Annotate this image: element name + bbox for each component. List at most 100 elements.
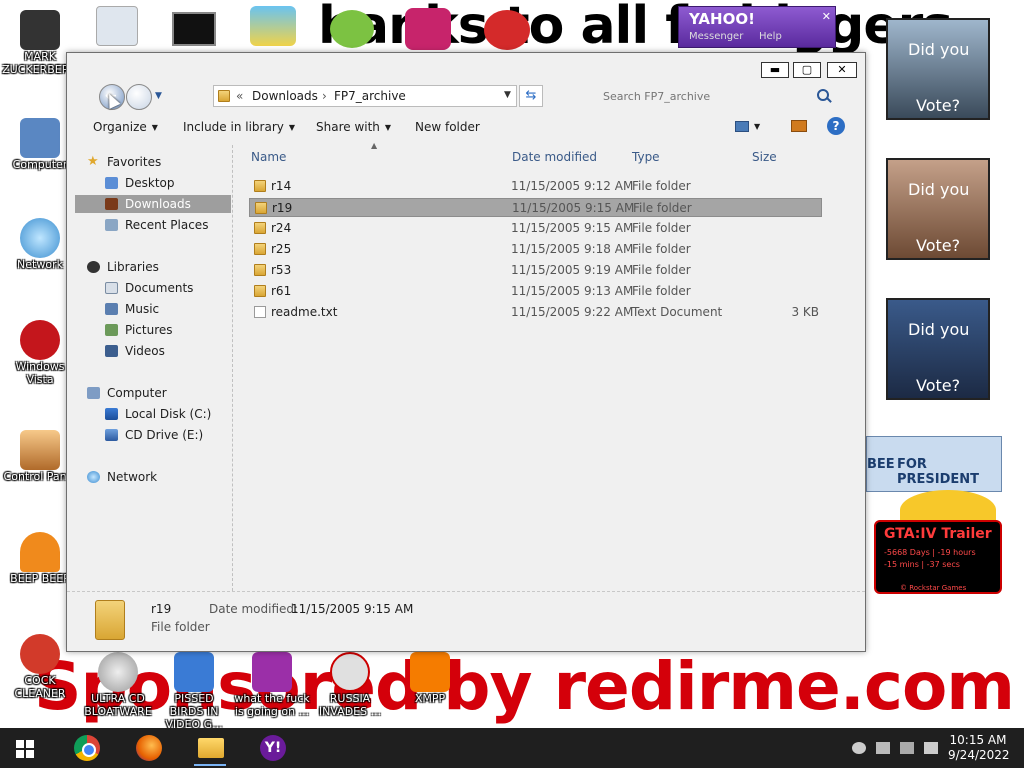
- tray-network-icon[interactable]: [900, 742, 914, 754]
- nav-desktop[interactable]: Desktop: [75, 174, 231, 192]
- desktop-icon-label: COCK CLEANER: [14, 674, 66, 700]
- taskbar-file-explorer[interactable]: [186, 732, 234, 766]
- tray-volume-icon[interactable]: [924, 742, 938, 754]
- file-row[interactable]: r24 11/15/2005 9:15 AM File folder: [249, 219, 822, 238]
- nav-label: Music: [125, 302, 160, 316]
- nav-network[interactable]: Network: [75, 468, 231, 486]
- nav-libraries[interactable]: Libraries: [75, 258, 231, 276]
- tray-minus-icon[interactable]: [852, 742, 866, 754]
- file-name: r14: [271, 179, 292, 193]
- details-date: 11/15/2005 9:15 AM: [291, 602, 414, 616]
- file-row[interactable]: r25 11/15/2005 9:18 AM File folder: [249, 240, 822, 259]
- file-row[interactable]: readme.txt 11/15/2005 9:22 AM Text Docum…: [249, 303, 822, 322]
- bee-for-president-banner[interactable]: BEE FOR PRESIDENT: [866, 436, 1002, 492]
- folder-icon: [254, 180, 266, 192]
- chevron-down-icon: ▼: [384, 123, 392, 132]
- address-bar[interactable]: « Downloads › FP7_archive ▼: [213, 85, 517, 107]
- installer-icon[interactable]: [250, 6, 296, 46]
- dev-cpp-icon[interactable]: [484, 10, 530, 50]
- folder-icon: [254, 222, 266, 234]
- breadcrumb-downloads[interactable]: Downloads: [252, 89, 318, 103]
- music-icon: [105, 303, 118, 315]
- nav-favorites[interactable]: ★ Favorites: [75, 153, 231, 171]
- refresh-button[interactable]: ⇆: [519, 85, 543, 107]
- yahoo-menu-messenger[interactable]: Messenger: [689, 31, 743, 42]
- forward-button[interactable]: [126, 84, 152, 110]
- tray-flag-icon[interactable]: [876, 742, 890, 754]
- vote-card-line2: Vote?: [916, 376, 961, 395]
- vote-card-obama[interactable]: Did you Vote?: [886, 18, 990, 120]
- bird-icon: [174, 652, 214, 692]
- file-row[interactable]: r53 11/15/2005 9:19 AM File folder: [249, 261, 822, 280]
- preview-pane-icon[interactable]: [791, 120, 807, 132]
- desktop-icon-what-the[interactable]: what the fuck is going on ...: [234, 652, 310, 718]
- breadcrumb-overflow[interactable]: «: [236, 89, 243, 103]
- nav-local-disk[interactable]: Local Disk (C:): [75, 405, 231, 423]
- share-with-button[interactable]: Share with ▼: [316, 120, 391, 134]
- nav-documents[interactable]: Documents: [75, 279, 231, 297]
- file-name: r25: [271, 242, 292, 256]
- nav-videos[interactable]: Videos: [75, 342, 231, 360]
- yahoo-menu-help[interactable]: Help: [759, 31, 782, 42]
- clock-date: 9/24/2022: [948, 748, 1010, 762]
- help-icon[interactable]: ?: [827, 117, 845, 135]
- angry-pig-icon[interactable]: [330, 10, 374, 48]
- desktop-icon-ultra-cd[interactable]: ULTRA CD BLOATWARE: [80, 652, 156, 718]
- column-header-type[interactable]: Type: [632, 150, 660, 164]
- address-chevron-down-icon[interactable]: ▼: [504, 90, 511, 100]
- paper-icon[interactable]: [96, 6, 138, 46]
- nav-music[interactable]: Music: [75, 300, 231, 318]
- file-date: 11/15/2005 9:19 AM: [511, 263, 634, 277]
- desktop-icon-label: PISSED BIRDS IN VIDEO G...: [165, 692, 223, 728]
- breadcrumb-fp7-archive[interactable]: FP7_archive: [334, 89, 406, 103]
- game-icon: [252, 652, 292, 692]
- include-in-library-button[interactable]: Include in library ▼: [183, 120, 295, 134]
- search-input[interactable]: [595, 85, 805, 107]
- file-row-selected[interactable]: r19 11/15/2005 9:15 AM File folder: [249, 198, 822, 217]
- recent-pages-chevron-down-icon[interactable]: ▼: [155, 91, 162, 101]
- recent-places-icon: [105, 219, 118, 231]
- cmd-icon[interactable]: [172, 12, 216, 46]
- organize-button[interactable]: Organize ▼: [93, 120, 158, 134]
- windows-start-icon[interactable]: [16, 740, 34, 758]
- vote-card-mccain[interactable]: Did you Vote?: [886, 158, 990, 260]
- taskbar-chrome[interactable]: [62, 732, 110, 764]
- p-logo-icon[interactable]: [405, 8, 451, 50]
- taskbar-yahoo-messenger[interactable]: Y!: [248, 732, 296, 764]
- gta-line1: -5668 Days | -19 hours: [884, 548, 976, 557]
- file-row[interactable]: r61 11/15/2005 9:13 AM File folder: [249, 282, 822, 301]
- person-icon: [20, 10, 60, 50]
- desktop-icon-pissed-birds[interactable]: PISSED BIRDS IN VIDEO G...: [156, 652, 232, 728]
- yahoo-messenger-widget[interactable]: YAHOO! ✕ Messenger Help: [678, 6, 836, 48]
- cleaner-icon: [20, 634, 60, 674]
- search-box[interactable]: [595, 85, 839, 107]
- minimize-button[interactable]: ▬: [761, 62, 789, 78]
- nav-recent-places[interactable]: Recent Places: [75, 216, 231, 234]
- organize-label: Organize: [93, 120, 147, 134]
- column-header-name[interactable]: Name: [251, 150, 286, 164]
- yahoo-close-icon[interactable]: ✕: [822, 10, 831, 23]
- taskbar-firefox[interactable]: [124, 732, 172, 764]
- documents-icon: [105, 282, 118, 294]
- file-row[interactable]: r14 11/15/2005 9:12 AM File folder: [249, 177, 822, 196]
- desktop-icon-russia-invades[interactable]: RUSSIA INVADES ...: [312, 652, 388, 718]
- column-header-size[interactable]: Size: [752, 150, 777, 164]
- vote-card-clinton[interactable]: Did you Vote?: [886, 298, 990, 400]
- column-header-date-modified[interactable]: Date modified: [512, 150, 597, 164]
- desktop-icon-xmpp[interactable]: XMPP: [392, 652, 468, 705]
- tray-clock[interactable]: 10:15 AM 9/24/2022: [948, 733, 1010, 763]
- new-folder-button[interactable]: New folder: [415, 120, 480, 134]
- file-date: 11/15/2005 9:22 AM: [511, 305, 634, 319]
- gta-iv-widget[interactable]: GTA:IV Trailer -5668 Days | -19 hours -1…: [874, 520, 1002, 594]
- change-view-button[interactable]: ▼: [735, 119, 760, 133]
- nav-label: Libraries: [107, 260, 159, 274]
- nav-pictures[interactable]: Pictures: [75, 321, 231, 339]
- search-icon[interactable]: [817, 89, 829, 101]
- nav-downloads[interactable]: Downloads: [75, 195, 231, 213]
- nav-cd-drive[interactable]: CD Drive (E:): [75, 426, 231, 444]
- nav-computer[interactable]: Computer: [75, 384, 231, 402]
- maximize-button[interactable]: ▢: [793, 62, 821, 78]
- nav-label: Local Disk (C:): [125, 407, 212, 421]
- breadcrumb-separator[interactable]: ›: [322, 89, 327, 103]
- close-button[interactable]: ✕: [827, 62, 857, 78]
